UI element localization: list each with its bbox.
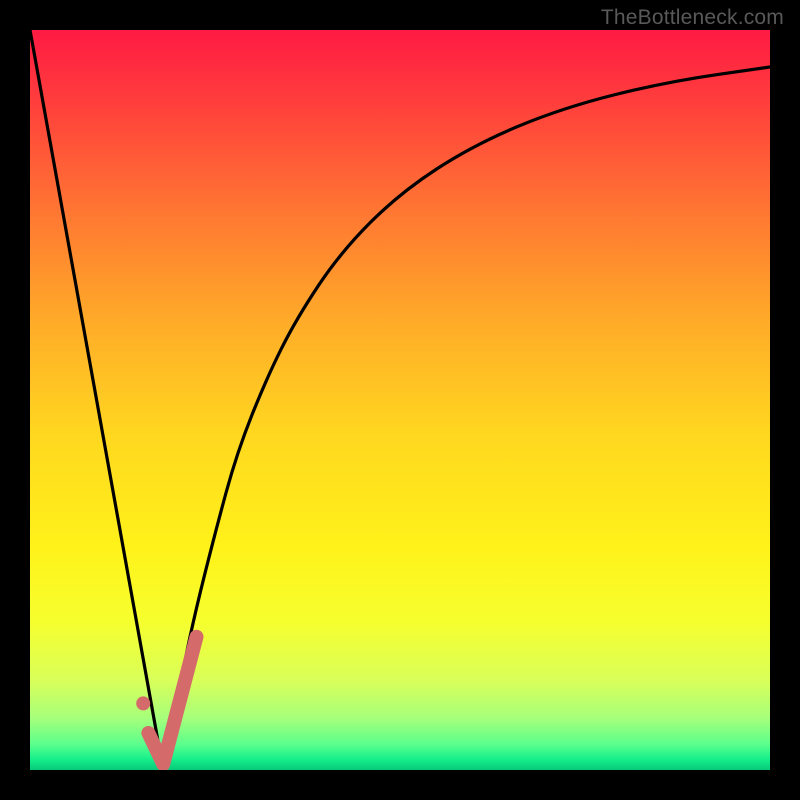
plot-area (30, 30, 770, 770)
outer-frame: TheBottleneck.com (0, 0, 800, 800)
right-curve (163, 67, 770, 770)
curve-layer (30, 30, 770, 770)
watermark-text: TheBottleneck.com (601, 6, 784, 30)
accent-hook (148, 637, 196, 764)
left-line (30, 30, 163, 770)
accent-dot (136, 696, 150, 710)
